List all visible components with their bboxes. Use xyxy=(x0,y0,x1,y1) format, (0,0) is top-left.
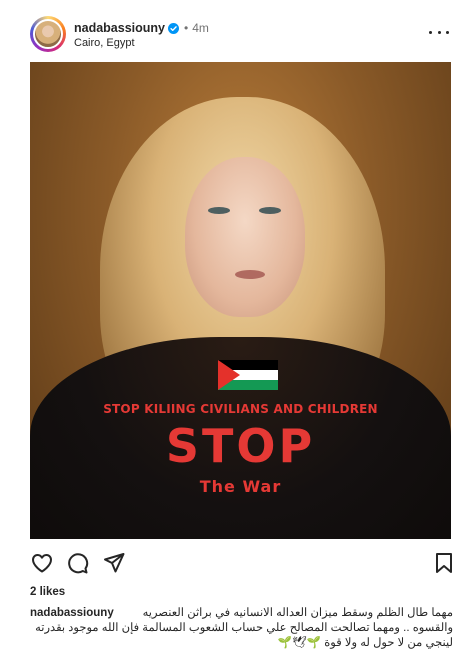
palestine-flag-icon xyxy=(218,360,278,390)
dot-icon xyxy=(437,30,441,34)
share-icon[interactable] xyxy=(102,551,126,575)
the-war-text: The War xyxy=(199,477,282,496)
portrait-face xyxy=(185,157,305,317)
bookmark-icon[interactable] xyxy=(432,551,456,575)
avatar-image xyxy=(33,19,63,49)
dot-icon xyxy=(446,30,449,34)
username-link[interactable]: nadabassiouny xyxy=(74,21,165,35)
dot-icon xyxy=(429,30,432,34)
user-line: nadabassiouny • 4m xyxy=(74,21,209,35)
portrait-lips xyxy=(235,270,265,279)
instagram-post: nadabassiouny • 4m Cairo, Egypt STOP KIL… xyxy=(0,0,473,661)
avatar[interactable] xyxy=(30,16,66,52)
heart-icon[interactable] xyxy=(30,551,54,575)
post-time[interactable]: 4m xyxy=(192,21,209,35)
post-header: nadabassiouny • 4m Cairo, Egypt xyxy=(30,14,455,54)
comment-icon[interactable] xyxy=(65,551,89,575)
slogan-text: STOP KILIING CIVILIANS AND CHILDREN xyxy=(103,402,378,416)
separator-dot: • xyxy=(184,21,189,35)
post-image[interactable]: STOP KILIING CIVILIANS AND CHILDREN STOP… xyxy=(30,62,451,539)
verified-badge-icon xyxy=(168,22,179,34)
location-link[interactable]: Cairo, Egypt xyxy=(74,37,135,49)
portrait-eye-right xyxy=(259,207,281,214)
caption: nadabassiouny مهما طال الظلم وسقط ميزان … xyxy=(30,606,453,651)
likes-count[interactable]: 2 likes xyxy=(30,586,65,598)
action-bar xyxy=(30,551,455,577)
stop-text: STOP xyxy=(165,419,316,473)
caption-username[interactable]: nadabassiouny xyxy=(30,606,114,621)
more-options-button[interactable] xyxy=(429,24,449,40)
portrait-eye-left xyxy=(208,207,230,214)
